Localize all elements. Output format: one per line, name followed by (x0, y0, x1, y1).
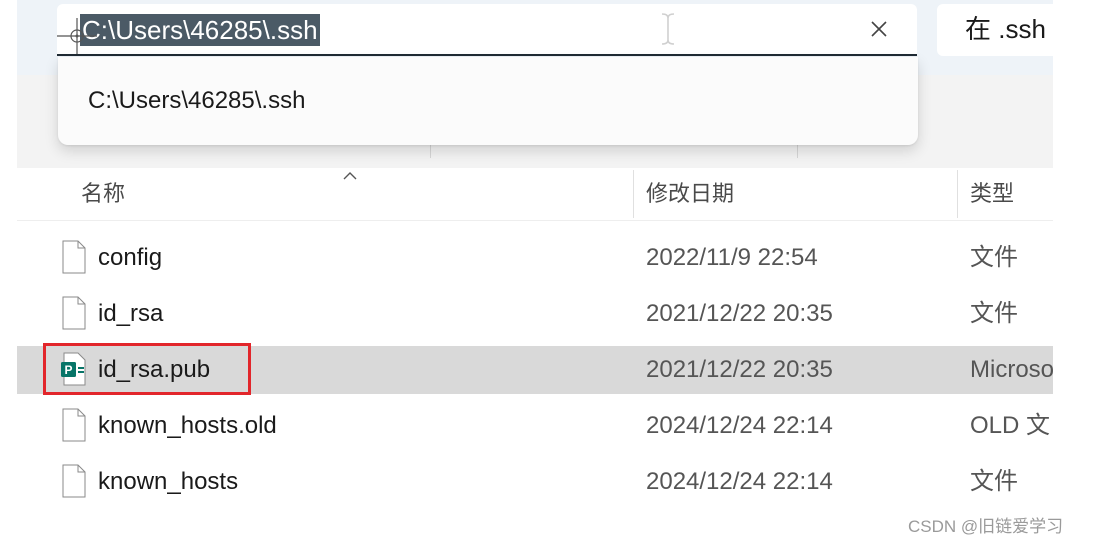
sort-ascending-icon (343, 172, 357, 180)
file-type: 文件 (970, 244, 1018, 271)
close-icon (871, 21, 887, 37)
file-row[interactable]: known_hosts 2024/12/24 22:14 文件 (17, 458, 1053, 506)
file-type: 文件 (970, 300, 1018, 327)
file-row[interactable]: known_hosts.old 2024/12/24 22:14 OLD 文 (17, 402, 1053, 450)
generic-file-icon (62, 296, 86, 330)
annotation-highlight (43, 343, 251, 395)
column-header-row: 名称 修改日期 类型 (17, 168, 1053, 221)
file-modified-date: 2021/12/22 20:35 (646, 356, 833, 383)
clear-address-button[interactable] (865, 15, 893, 43)
watermark: CSDN @旧链爱学习 (908, 517, 1064, 536)
column-header-type[interactable]: 类型 (970, 168, 1014, 220)
file-name: config (98, 244, 163, 271)
file-modified-date: 2022/11/9 22:54 (646, 244, 818, 271)
file-modified-date: 2024/12/24 22:14 (646, 468, 833, 495)
address-input[interactable]: C:\Users\46285\.ssh (80, 14, 320, 46)
column-divider[interactable] (957, 170, 958, 218)
file-name: known_hosts.old (98, 412, 277, 439)
column-header-modified[interactable]: 修改日期 (646, 168, 734, 220)
text-cursor-icon (661, 13, 675, 45)
file-name: known_hosts (98, 468, 239, 495)
search-input[interactable]: 在 .ssh (937, 4, 1053, 56)
file-modified-date: 2024/12/24 22:14 (646, 412, 833, 439)
generic-file-icon (62, 464, 86, 498)
address-bar[interactable]: C:\Users\46285\.ssh (57, 4, 917, 56)
address-suggestion-popup: C:\Users\46285\.ssh (58, 57, 918, 145)
file-type: OLD 文 (970, 412, 1051, 439)
file-row[interactable]: id_rsa 2021/12/22 20:35 文件 (17, 290, 1053, 338)
file-type: 文件 (970, 468, 1018, 495)
file-name: id_rsa (98, 300, 164, 327)
suggestion-item[interactable]: C:\Users\46285\.ssh (88, 85, 305, 117)
file-row[interactable]: config 2022/11/9 22:54 文件 (17, 234, 1053, 282)
move-cursor-icon (57, 18, 97, 54)
generic-file-icon (62, 240, 86, 274)
generic-file-icon (62, 408, 86, 442)
column-header-name[interactable]: 名称 (81, 168, 125, 220)
column-divider[interactable] (633, 170, 634, 218)
file-modified-date: 2021/12/22 20:35 (646, 300, 833, 327)
file-type: Microso (970, 356, 1053, 383)
